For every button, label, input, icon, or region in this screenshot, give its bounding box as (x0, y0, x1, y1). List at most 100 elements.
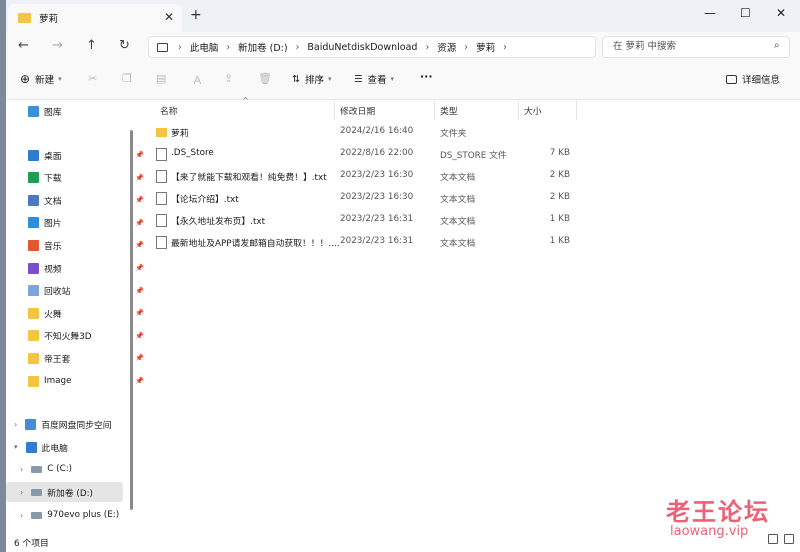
sidebar-item-pinned[interactable]: 回收站 📌 (28, 281, 146, 301)
table-row[interactable]: 【永久地址发布页】.txt 2023/2/23 16:31 文本文档 1 KB (146, 209, 586, 231)
sidebar-item-pinned[interactable]: 桌面 📌 (28, 145, 146, 165)
grid-view-icon[interactable] (784, 534, 794, 544)
plus-circle-icon: ⊕ (20, 72, 31, 86)
text-file-icon (156, 192, 167, 205)
table-row[interactable]: 【来了就能下载和观看！纯免费！】.txt 2023/2/23 16:30 文本文档 2… (146, 165, 586, 187)
sidebar-item-pinned[interactable]: 图片 📌 (28, 213, 146, 233)
column-header-name[interactable]: 名称 (160, 100, 178, 120)
sidebar-item-label: 下载 (44, 174, 62, 185)
rename-icon[interactable]: Ａ (192, 72, 203, 88)
column-divider[interactable] (518, 100, 519, 120)
sidebar-item-baidu[interactable]: › 百度网盘同步空间 (14, 414, 132, 434)
maximize-button[interactable]: ☐ (740, 6, 751, 20)
chevron-down-icon: ▾ (58, 75, 62, 83)
back-icon[interactable]: ← (18, 38, 29, 53)
close-window-button[interactable]: ✕ (776, 6, 786, 20)
watermark-url: laowang.vip (670, 524, 749, 539)
paste-icon[interactable]: ▤ (156, 72, 166, 85)
sidebar-item-label: C (C:) (47, 464, 73, 474)
column-header-type[interactable]: 类型 (440, 100, 458, 120)
pin-icon[interactable]: 📌 (135, 219, 144, 227)
forward-icon[interactable]: → (52, 38, 63, 53)
file-size: 2 KB (549, 170, 570, 180)
file-size: 7 KB (549, 148, 570, 158)
more-button[interactable]: ··· (420, 70, 433, 83)
navigation-pane: 图库 桌面 📌 下载 📌 文档 📌 图片 📌 音乐 📌 视频 📌 回收站 📌 火舞 📌 不知火舞3D 📌 帝王套 📌 I… (6, 100, 144, 530)
view-button[interactable]: ☰ 查看 ▾ (354, 72, 395, 87)
new-button[interactable]: ⊕ 新建 ▾ (20, 72, 62, 86)
details-button[interactable]: 详细信息 (726, 72, 780, 86)
search-input[interactable]: 在 萝莉 中搜索 (602, 36, 790, 58)
close-tab-icon[interactable]: ✕ (164, 10, 174, 24)
sidebar-item-label: 音乐 (44, 241, 62, 252)
table-row[interactable]: .DS_Store 2022/8/16 22:00 DS_STORE 文件 7 KB (146, 143, 586, 165)
column-divider[interactable] (576, 100, 577, 120)
pin-icon[interactable]: 📌 (135, 196, 144, 204)
pin-icon[interactable]: 📌 (135, 287, 144, 295)
sidebar-item-pinned[interactable]: 下载 📌 (28, 168, 146, 188)
sidebar-item-label: 帝王套 (44, 354, 71, 365)
column-divider[interactable] (334, 100, 335, 120)
sidebar-item-pinned[interactable]: 视频 📌 (28, 258, 146, 278)
chevron-right-icon: › (226, 41, 231, 53)
sidebar-item-drive-d[interactable]: › 新加卷 (D:) (6, 482, 123, 502)
column-header-size[interactable]: 大小 (524, 100, 542, 120)
sidebar-item-this-pc[interactable]: ▾ 此电脑 (14, 437, 132, 457)
sidebar-item-label: 视频 (44, 264, 62, 275)
up-icon[interactable]: ↑ (86, 38, 97, 53)
sidebar-item-pinned[interactable]: Image 📌 (28, 371, 146, 391)
new-tab-button[interactable]: + (190, 7, 202, 23)
sort-button[interactable]: ⇅ 排序 ▾ (292, 72, 332, 87)
breadcrumb[interactable]: › 此电脑 › 新加卷 (D:) › BaiduNetdiskDownload … (148, 36, 596, 58)
folder-icon (28, 352, 39, 364)
breadcrumb-item[interactable]: BaiduNetdiskDownload (307, 42, 417, 53)
column-divider[interactable] (434, 100, 435, 120)
sidebar-scrollbar[interactable] (130, 130, 133, 510)
pin-icon[interactable]: 📌 (135, 174, 144, 182)
pin-icon[interactable]: 📌 (135, 377, 144, 385)
breadcrumb-item[interactable]: 资源 (437, 40, 456, 54)
chevron-down-icon: ▾ (390, 75, 395, 83)
breadcrumb-item[interactable]: 萝莉 (476, 40, 495, 54)
minimize-button[interactable]: — (704, 6, 716, 20)
folder-icon (28, 172, 39, 184)
monitor-icon (157, 42, 168, 52)
gallery-icon (28, 105, 39, 117)
refresh-icon[interactable]: ↻ (119, 38, 130, 53)
pin-icon[interactable]: 📌 (135, 332, 144, 340)
share-icon[interactable]: ⇪ (224, 72, 233, 85)
sidebar-item-pinned[interactable]: 火舞 📌 (28, 303, 146, 323)
sidebar-item-label: 桌面 (44, 151, 62, 162)
list-view-icon[interactable] (768, 534, 778, 544)
text-file-icon (156, 170, 167, 183)
pin-icon[interactable]: 📌 (135, 241, 144, 249)
pin-icon[interactable]: 📌 (135, 309, 144, 317)
file-type: 文件夹 (440, 129, 467, 139)
cut-icon[interactable]: ✂ (88, 72, 97, 85)
tab-current[interactable]: 萝莉 ✕ (8, 4, 182, 32)
sidebar-item-pinned[interactable]: 帝王套 📌 (28, 348, 146, 368)
address-bar: ← → ↑ ↻ › 此电脑 › 新加卷 (D:) › BaiduNetdiskD… (6, 32, 800, 60)
chevron-down-icon: ▾ (327, 75, 332, 83)
copy-icon[interactable]: ❐ (122, 72, 132, 85)
pin-icon[interactable]: 📌 (135, 264, 144, 272)
sort-icon: ⇅ (292, 73, 300, 85)
sidebar-item-pinned[interactable]: 文档 📌 (28, 190, 146, 210)
sidebar-item-pinned[interactable]: 不知火舞3D 📌 (28, 326, 146, 346)
folder-icon (28, 330, 39, 342)
pin-icon[interactable]: 📌 (135, 354, 144, 362)
sidebar-item-drive-c[interactable]: › C (C:) (20, 459, 138, 479)
delete-icon[interactable]: 🗑 (258, 72, 272, 85)
command-bar: ⊕ 新建 ▾ ✂ ❐ ▤ Ａ ⇪ 🗑 ⇅ 排序 ▾ ☰ 查看 ▾ ··· 详细信… (6, 60, 800, 100)
sidebar-item-gallery[interactable]: 图库 (28, 101, 146, 121)
table-row[interactable]: 最新地址及APP请发邮箱自动获取！！！.... 2023/2/23 16:31 文本… (146, 231, 586, 253)
table-row[interactable]: 【论坛介绍】.txt 2023/2/23 16:30 文本文档 2 KB (146, 187, 586, 209)
table-row[interactable]: 萝莉 2024/2/16 16:40 文件夹 (146, 121, 586, 143)
column-header-modified[interactable]: 修改日期 (340, 100, 375, 120)
sidebar-item-drive-e[interactable]: › 970evo plus (E:) (20, 505, 138, 525)
breadcrumb-item[interactable]: 此电脑 (190, 40, 219, 54)
chevron-right-icon: › (20, 487, 24, 497)
pin-icon[interactable]: 📌 (135, 151, 144, 159)
sidebar-item-pinned[interactable]: 音乐 📌 (28, 235, 146, 255)
breadcrumb-item[interactable]: 新加卷 (D:) (238, 40, 287, 54)
